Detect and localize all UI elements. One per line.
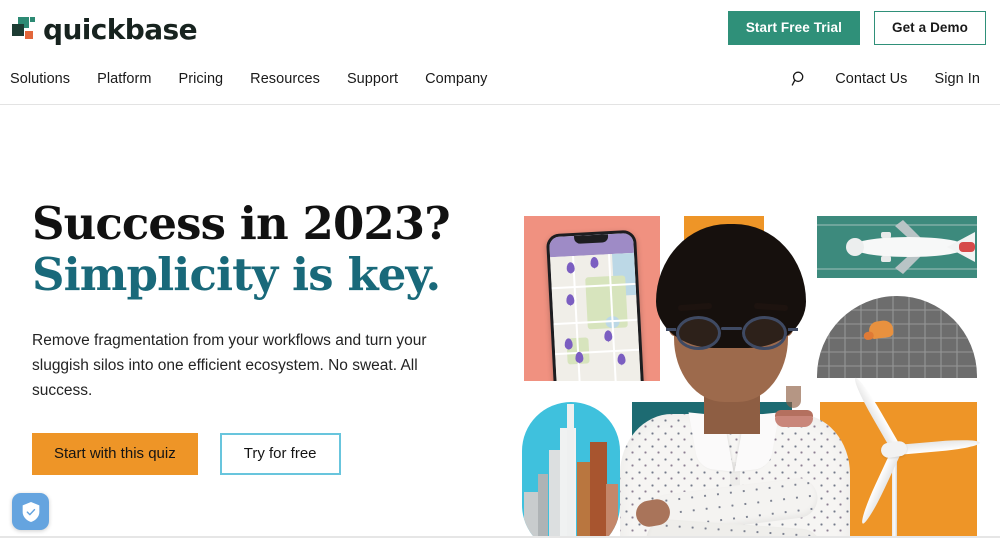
hero-subcopy: Remove fragmentation from your workflows… xyxy=(32,331,427,399)
search-icon[interactable] xyxy=(791,70,808,87)
sign-in-link[interactable]: Sign In xyxy=(935,71,981,87)
nav-item-platform[interactable]: Platform xyxy=(97,71,151,87)
shield-check-icon xyxy=(22,501,39,522)
brand-logo[interactable]: quickbase xyxy=(12,12,198,46)
nav-item-company[interactable]: Company xyxy=(425,71,487,87)
start-with-this-quiz-button[interactable]: Start with this quiz xyxy=(32,432,198,476)
hero-image-collage xyxy=(500,210,1000,538)
brand-name: quickbase xyxy=(43,13,198,46)
get-a-demo-button[interactable]: Get a Demo xyxy=(873,11,986,45)
privacy-consent-button[interactable] xyxy=(12,493,49,530)
eyeglasses xyxy=(666,316,798,350)
nav-item-solutions[interactable]: Solutions xyxy=(10,71,70,87)
nav-item-pricing[interactable]: Pricing xyxy=(179,71,224,87)
nav-utility-links: Contact Us Sign In xyxy=(791,70,980,87)
nav-item-resources[interactable]: Resources xyxy=(250,71,320,87)
hero-section: Success in 2023? Simplicity is key. Remo… xyxy=(0,105,1000,538)
start-free-trial-button[interactable]: Start Free Trial xyxy=(727,11,860,45)
hero-cta-group: Start with this quiz Try for free xyxy=(32,432,484,476)
city-skyline-circle xyxy=(522,402,620,538)
hero-person-photo xyxy=(612,218,860,538)
main-navigation: Solutions Platform Pricing Resources Sup… xyxy=(0,58,1000,105)
construction-worker xyxy=(867,319,895,340)
contact-us-link[interactable]: Contact Us xyxy=(835,71,907,87)
quickbase-logo-icon xyxy=(12,16,35,42)
headline-line-1: Success in 2023? xyxy=(32,197,451,250)
nav-item-support[interactable]: Support xyxy=(347,71,398,87)
hero-copy-block: Success in 2023? Simplicity is key. Remo… xyxy=(32,198,484,476)
header-cta-group: Start Free Trial Get a Demo xyxy=(727,11,986,45)
page-root: quickbase Start Free Trial Get a Demo So… xyxy=(0,0,1000,538)
top-bar: quickbase Start Free Trial Get a Demo xyxy=(0,0,1000,58)
page-title: Success in 2023? Simplicity is key. xyxy=(32,198,484,301)
try-for-free-button[interactable]: Try for free xyxy=(219,432,341,476)
headline-line-2: Simplicity is key. xyxy=(32,248,441,302)
nav-links: Solutions Platform Pricing Resources Sup… xyxy=(10,71,488,87)
